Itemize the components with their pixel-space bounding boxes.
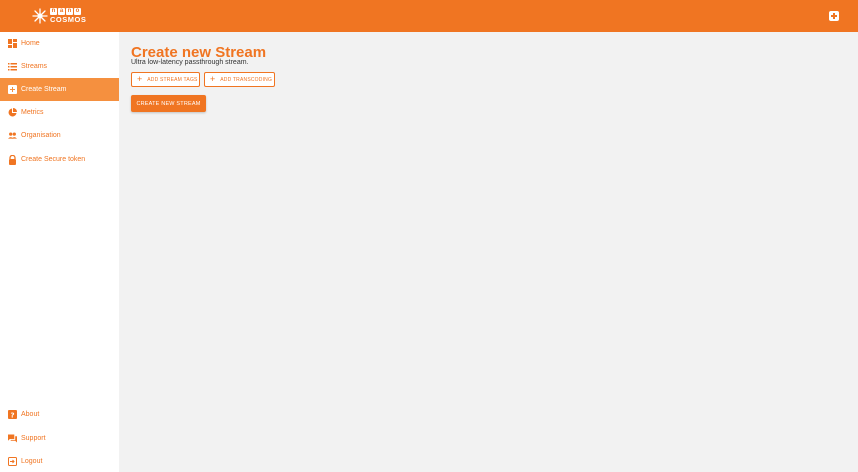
sidebar-item-home[interactable]: Home [0,32,119,55]
add-stream-tags-button[interactable]: + ADD STREAM TAGS [131,72,200,87]
chat-icon [8,434,17,443]
page-subtitle: Ultra low-latency passthrough stream. [131,59,249,66]
sidebar-item-label: Create Stream [21,86,67,93]
sidebar-item-metrics[interactable]: Metrics [0,101,119,124]
sidebar-item-label: About [21,411,40,418]
sidebar-item-label: Support [21,435,46,442]
svg-text:?: ? [10,412,14,420]
nanocosmos-logo[interactable]: n a n o COSMOS [32,7,86,25]
sidebar-item-label: Create Secure token [21,156,86,163]
sidebar-item-logout[interactable]: Logout [0,450,119,472]
plus-icon: + [210,74,216,84]
logo-cosmos: COSMOS [50,15,87,25]
plus-box-icon [8,85,17,94]
pie-chart-icon [8,108,17,117]
sidebar-item-create-stream[interactable]: Create Stream [0,78,119,101]
create-new-stream-button[interactable]: CREATE NEW STREAM [131,95,206,112]
plus-icon: + [137,74,143,84]
sidebar-item-streams[interactable]: Streams [0,55,119,78]
top-bar: n a n o COSMOS [0,0,858,32]
sidebar-item-label: Organisation [21,132,61,139]
sidebar-item-label: Home [21,40,40,47]
sidebar-item-support[interactable]: Support [0,427,119,450]
sidebar-item-organisation[interactable]: Organisation [0,124,119,147]
people-icon [8,131,17,140]
dashboard-icon [8,39,17,48]
logo-nano: n a n o [50,8,81,16]
question-icon: ? [8,410,17,419]
sidebar-item-create-secure-token[interactable]: Create Secure token [0,148,119,171]
sidebar-item-label: Logout [21,458,43,465]
lock-icon [8,154,17,165]
sidebar-item-label: Metrics [21,109,44,116]
main-content: Create new Stream Ultra low-latency pass… [119,32,858,472]
list-icon [8,62,17,71]
logout-icon [8,457,17,466]
sidebar-item-about[interactable]: ? About [0,403,119,426]
starburst-icon [32,8,48,24]
plus-square-icon[interactable] [829,11,839,21]
add-transcoding-button[interactable]: + ADD TRANSCODING [204,72,275,87]
sidebar: Home Streams Create Stream Metrics Organ… [0,32,119,472]
sidebar-item-label: Streams [21,63,48,70]
